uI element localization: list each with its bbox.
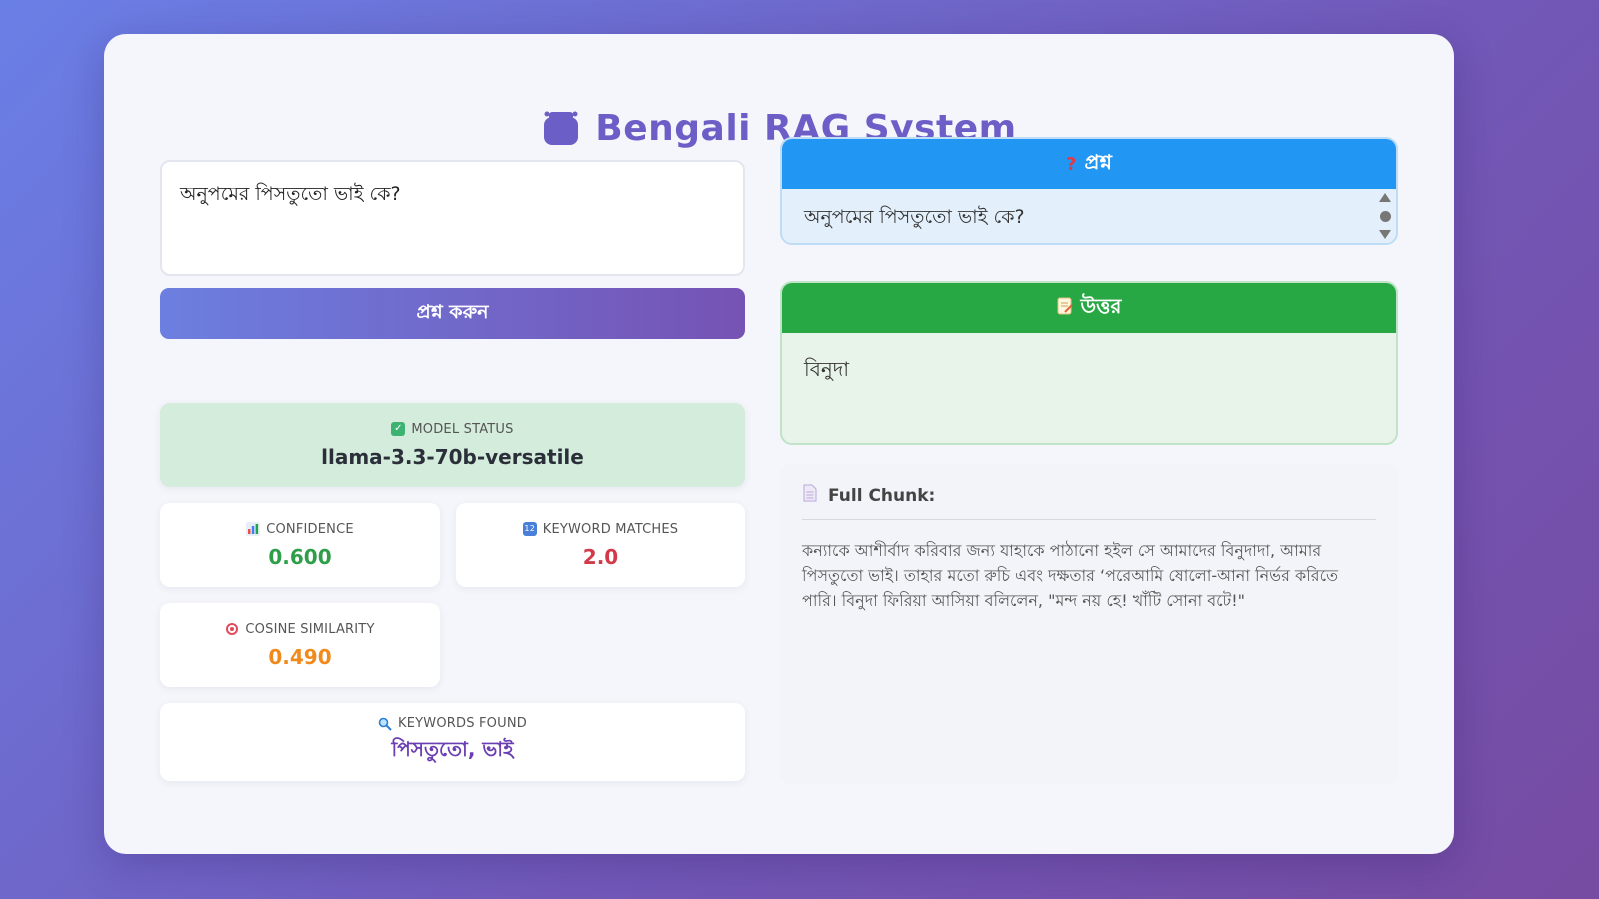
question-panel-header: ? প্রশ্ন [782, 139, 1396, 189]
memo-icon [1057, 296, 1073, 320]
question-scrollbar[interactable] [1378, 193, 1392, 239]
ask-question-button[interactable]: প্রশ্ন করুন [160, 288, 745, 339]
numbers-icon: 12 [522, 522, 537, 536]
model-status-card: ✓ MODEL STATUS llama-3.3-70b-versatile [160, 403, 745, 487]
keyword-matches-label: KEYWORD MATCHES [542, 521, 679, 537]
model-status-label: MODEL STATUS [411, 421, 514, 437]
scroll-thumb[interactable] [1379, 210, 1391, 222]
keywords-found-value: পিসতুতো, ভাই [391, 737, 514, 761]
cosine-similarity-value: 0.490 [268, 644, 332, 669]
question-input[interactable]: অনুপমের পিসতুতো ভাই কে? [160, 160, 745, 276]
confidence-card: CONFIDENCE 0.600 [160, 503, 440, 587]
cosine-similarity-card: COSINE SIMILARITY 0.490 [160, 603, 440, 687]
question-text: অনুপমের পিসতুতো ভাই কে? [804, 206, 1025, 228]
bar-chart-icon [246, 522, 261, 536]
answer-panel-title: উত্তর [1080, 293, 1122, 318]
keywords-found-label: KEYWORDS FOUND [398, 716, 527, 731]
main-card: Bengali RAG System অনুপমের পিসতুতো ভাই ক… [104, 34, 1454, 854]
answer-text: বিনুদা [804, 357, 850, 381]
answer-panel-header: উত্তর [782, 283, 1396, 333]
scroll-down-icon[interactable] [1379, 230, 1391, 239]
target-icon [225, 622, 239, 636]
keyword-matches-card: 12 KEYWORD MATCHES 2.0 [456, 503, 745, 587]
full-chunk-panel: Full Chunk: কন্যাকে আশীর্বাদ করিবার জন্য… [780, 464, 1398, 784]
question-panel-title: প্রশ্ন [1084, 149, 1112, 174]
search-icon [378, 717, 392, 731]
full-chunk-header: Full Chunk: [802, 484, 1376, 520]
scroll-up-icon[interactable] [1379, 193, 1391, 202]
question-mark-icon: ? [1066, 153, 1077, 175]
check-icon: ✓ [391, 422, 406, 436]
question-panel: ? প্রশ্ন অনুপমের পিসতুতো ভাই কে? [780, 137, 1398, 245]
answer-panel: উত্তর বিনুদা [780, 281, 1398, 445]
full-chunk-text: কন্যাকে আশীর্বাদ করিবার জন্য যাহাকে পাঠা… [802, 541, 1338, 610]
document-icon [802, 484, 818, 507]
model-status-value: llama-3.3-70b-versatile [321, 444, 584, 469]
confidence-value: 0.600 [268, 544, 332, 569]
robot-icon [541, 108, 581, 148]
keywords-found-card: KEYWORDS FOUND পিসতুতো, ভাই [160, 703, 745, 781]
question-panel-body: অনুপমের পিসতুতো ভাই কে? [782, 189, 1396, 243]
cosine-similarity-label: COSINE SIMILARITY [245, 621, 375, 637]
full-chunk-title: Full Chunk: [828, 485, 936, 506]
keyword-matches-value: 2.0 [582, 544, 619, 569]
confidence-label: CONFIDENCE [266, 521, 354, 537]
